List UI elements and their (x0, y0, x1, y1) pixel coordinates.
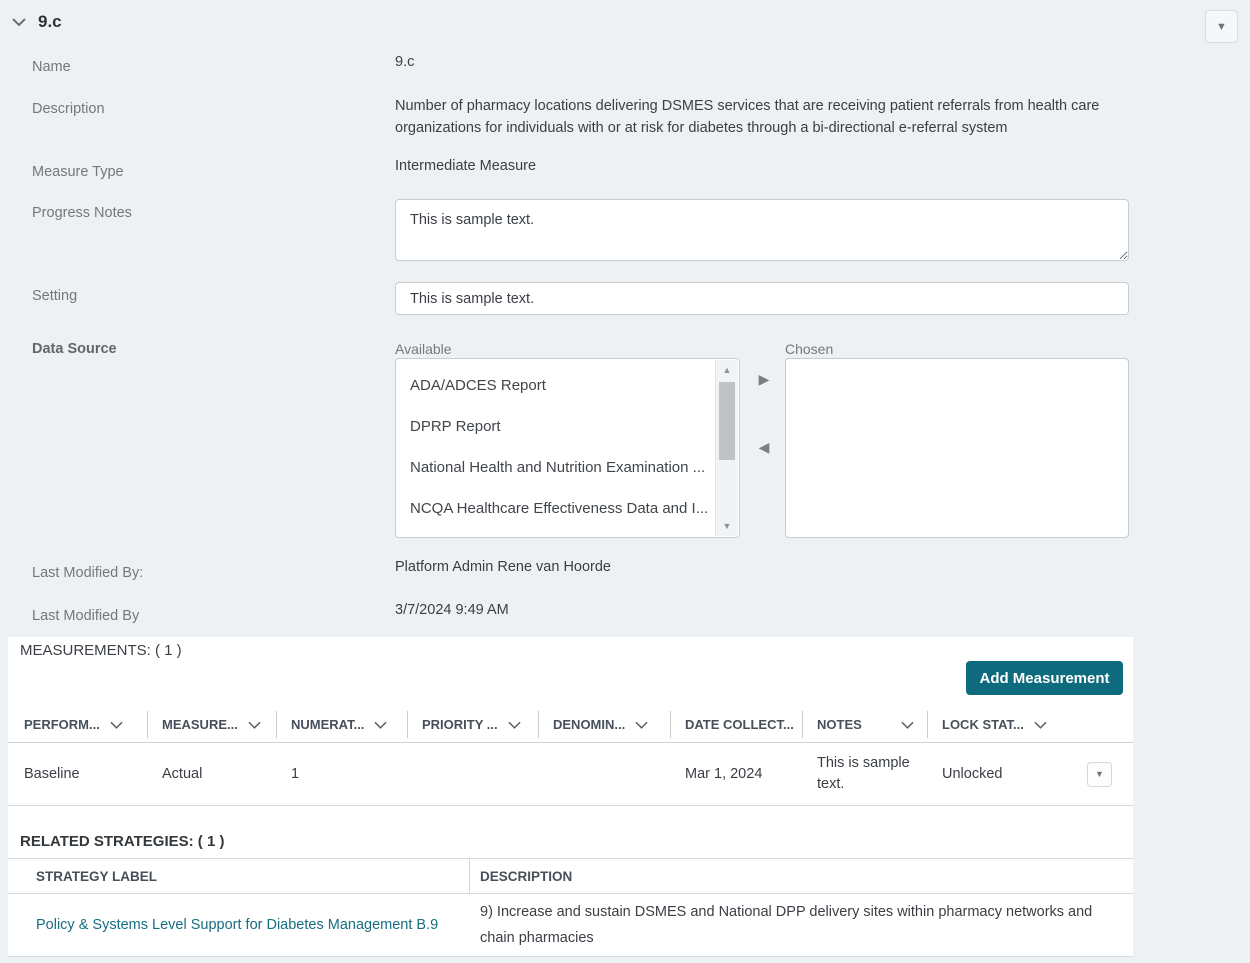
scrollbar[interactable]: ▲ ▼ (715, 360, 738, 536)
chevron-down-icon (901, 721, 914, 729)
measurement-row[interactable]: Baseline Actual 1 Mar 1, 2024 This is sa… (8, 743, 1133, 806)
cell-lock-status: Unlocked (928, 743, 1073, 805)
last-modified-by-name-value: Platform Admin Rene van Hoorde (395, 559, 611, 575)
description-label: Description (32, 101, 105, 117)
list-option[interactable]: DPRP Report (396, 406, 715, 447)
column-label: NUMERAT... (291, 717, 364, 732)
name-label: Name (32, 59, 71, 75)
column-header-notes[interactable]: NOTES (803, 707, 928, 742)
chevron-down-icon (248, 721, 261, 729)
measurements-table-header: PERFORM... MEASURE... NUMERAT... PRIORIT… (8, 707, 1133, 743)
column-label: DATE COLLECT... (685, 717, 794, 732)
column-label: DENOMIN... (553, 717, 625, 732)
cell-numerator: 1 (277, 743, 408, 805)
row-menu-button[interactable]: ▼ (1087, 762, 1112, 787)
column-header-description: DESCRIPTION (470, 859, 1133, 893)
description-value: Number of pharmacy locations delivering … (395, 95, 1105, 139)
page-title: 9.c (38, 12, 62, 32)
caret-down-icon: ▼ (1095, 769, 1104, 779)
chosen-listbox[interactable] (785, 358, 1129, 538)
progress-notes-textarea[interactable]: This is sample text. (395, 199, 1129, 261)
cell-performance: Baseline (8, 743, 148, 805)
strategies-table-header: STRATEGY LABEL DESCRIPTION (8, 858, 1133, 894)
column-header-lock-status[interactable]: LOCK STAT... (928, 707, 1073, 742)
scrollbar-thumb[interactable] (719, 382, 735, 460)
column-label: STRATEGY LABEL (36, 869, 157, 884)
cell-actions: ▼ (1073, 743, 1133, 805)
column-label: LOCK STAT... (942, 717, 1024, 732)
cell-denominator (539, 743, 671, 805)
collapse-chevron-icon[interactable] (10, 13, 28, 31)
list-option[interactable]: National Health and Nutrition Examinatio… (396, 447, 715, 488)
measurements-title: MEASUREMENTS: ( 1 ) (20, 642, 182, 659)
column-label: MEASURE... (162, 717, 238, 732)
strategy-description-text: 9) Increase and sustain DSMES and Nation… (480, 899, 1133, 951)
column-label: DESCRIPTION (480, 869, 572, 884)
cell-priority (408, 743, 539, 805)
caret-down-icon: ▼ (1216, 21, 1227, 33)
column-header-denominator[interactable]: DENOMIN... (539, 707, 671, 742)
chevron-down-icon (110, 721, 123, 729)
move-left-button[interactable]: ◀ (754, 437, 774, 457)
column-header-numerator[interactable]: NUMERAT... (277, 707, 408, 742)
list-option[interactable]: NCQA Healthcare Effectiveness Data and I… (396, 488, 715, 529)
column-header-strategy-label: STRATEGY LABEL (8, 859, 470, 893)
strategy-row[interactable]: Policy & Systems Level Support for Diabe… (8, 894, 1133, 956)
column-label: PRIORITY ... (422, 717, 498, 732)
cell-strategy-description: 9) Increase and sustain DSMES and Nation… (470, 894, 1133, 956)
column-header-performance[interactable]: PERFORM... (8, 707, 148, 742)
measure-type-value: Intermediate Measure (395, 158, 536, 174)
scroll-down-icon[interactable]: ▼ (716, 518, 738, 534)
cell-date-collected: Mar 1, 2024 (671, 743, 803, 805)
related-strategies-title: RELATED STRATEGIES: ( 1 ) (20, 833, 224, 850)
data-source-label: Data Source (32, 341, 117, 357)
name-value: 9.c (395, 54, 414, 70)
column-label: NOTES (817, 717, 862, 732)
last-modified-by-date-label: Last Modified By (32, 608, 139, 624)
setting-input[interactable] (395, 282, 1129, 315)
strategy-link[interactable]: Policy & Systems Level Support for Diabe… (36, 917, 438, 933)
scroll-up-icon[interactable]: ▲ (716, 362, 738, 378)
triangle-left-icon: ◀ (759, 439, 770, 456)
chevron-down-icon (635, 721, 648, 729)
chevron-down-icon (374, 721, 387, 729)
cell-measurement-type: Actual (148, 743, 277, 805)
measure-detail-page: 9.c ▼ Name 9.c Description Number of pha… (0, 0, 1250, 963)
chevron-down-icon (1034, 721, 1047, 729)
available-list-label: Available (395, 341, 452, 357)
chosen-list-label: Chosen (785, 341, 833, 357)
column-label: PERFORM... (24, 717, 100, 732)
measurements-panel: MEASUREMENTS: ( 1 ) Add Measurement PERF… (8, 637, 1133, 957)
cell-strategy-label: Policy & Systems Level Support for Diabe… (8, 894, 470, 956)
column-header-measurement[interactable]: MEASURE... (148, 707, 277, 742)
available-listbox[interactable]: ADA/ADCES Report DPRP Report National He… (395, 358, 740, 538)
progress-notes-label: Progress Notes (32, 205, 132, 221)
available-options: ADA/ADCES Report DPRP Report National He… (396, 359, 715, 537)
notes-text: This is sample text. (817, 753, 916, 795)
last-modified-by-name-label: Last Modified By: (32, 565, 143, 581)
chevron-down-icon (508, 721, 521, 729)
add-measurement-button[interactable]: Add Measurement (966, 661, 1123, 695)
triangle-right-icon: ▶ (759, 371, 770, 388)
last-modified-by-date-value: 3/7/2024 9:49 AM (395, 602, 509, 618)
column-header-actions (1073, 707, 1133, 742)
move-right-button[interactable]: ▶ (754, 369, 774, 389)
measure-header: 9.c (10, 12, 62, 32)
column-header-priority[interactable]: PRIORITY ... (408, 707, 539, 742)
column-header-date-collected[interactable]: DATE COLLECT... (671, 707, 803, 742)
setting-label: Setting (32, 288, 77, 304)
cell-notes: This is sample text. (803, 743, 928, 805)
list-option[interactable]: ADA/ADCES Report (396, 365, 715, 406)
measure-type-label: Measure Type (32, 164, 124, 180)
header-menu-button[interactable]: ▼ (1205, 10, 1238, 43)
